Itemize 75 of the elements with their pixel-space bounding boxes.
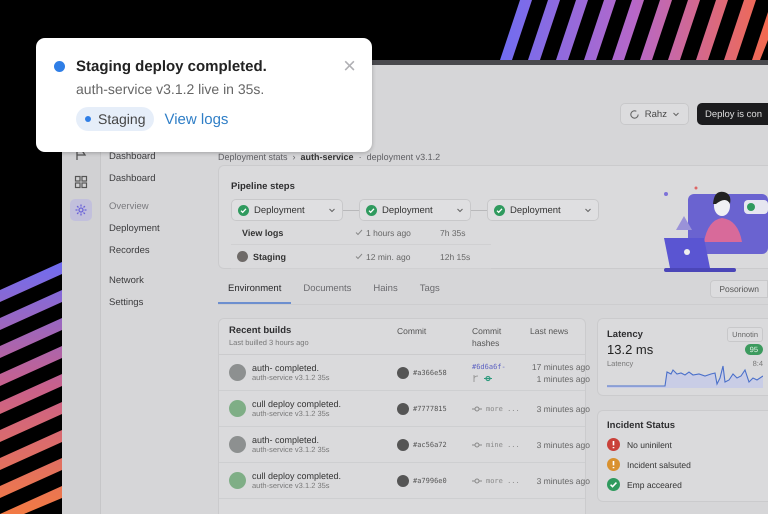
- time-text: 12 min. ago: [366, 252, 412, 262]
- sidebar-item[interactable]: Settings: [109, 292, 144, 314]
- build-title: cull deploy completed.: [252, 399, 342, 409]
- deploy-button[interactable]: Deploy is con: [696, 103, 768, 125]
- filter-dropdown[interactable]: Posoriown: [710, 280, 768, 298]
- time-text: 3 minutes ago: [536, 474, 590, 486]
- column-header: Commit: [397, 325, 428, 337]
- card-title: Latency: [607, 329, 643, 340]
- user-menu-button[interactable]: Rahz: [620, 103, 689, 125]
- sidebar-heading: Overview: [109, 200, 149, 214]
- tab[interactable]: Documents: [293, 279, 362, 304]
- sidebar-item[interactable]: Dashboard: [109, 168, 156, 190]
- time-text: 1 hours ago: [366, 228, 412, 238]
- pipeline-step[interactable]: Deployment: [359, 199, 471, 221]
- card-title: Recent builds: [229, 325, 292, 336]
- check-icon: [355, 253, 363, 260]
- duration-text: 7h 35s: [440, 228, 466, 238]
- environment-tag: Staging: [76, 107, 154, 131]
- breadcrumb-link[interactable]: deployment v3.1.2: [366, 152, 440, 162]
- caret-icon: [584, 206, 592, 214]
- check-icon: [494, 204, 505, 216]
- check-icon: [238, 204, 249, 216]
- time-text: 17 minutes ago: [532, 360, 590, 372]
- avatar: [237, 251, 248, 262]
- card-title: Pipeline steps: [231, 181, 295, 192]
- commit-icon: [472, 404, 482, 412]
- step-label: View logs: [242, 228, 284, 238]
- breadcrumb-link[interactable]: auth-service: [300, 152, 354, 162]
- check-icon: [366, 204, 377, 216]
- duration-text: 12h 15s: [440, 252, 470, 262]
- settings-icon[interactable]: [70, 199, 92, 221]
- pipeline-step[interactable]: Deployment: [487, 199, 599, 221]
- incident-label: No uninilent: [627, 440, 672, 450]
- column-header: Last news: [530, 325, 570, 337]
- avatar: [397, 438, 409, 450]
- build-title: auth- completed.: [252, 435, 320, 445]
- breadcrumb-link[interactable]: Deployment stats: [218, 152, 288, 162]
- alert-icon: [607, 438, 620, 451]
- avatar: [397, 402, 409, 414]
- build-title: auth- completed.: [252, 363, 320, 373]
- tab[interactable]: Environment: [218, 279, 292, 304]
- avatar: [397, 366, 409, 378]
- spinner-icon: [628, 108, 640, 120]
- incident-label: Emp acceared: [627, 480, 682, 490]
- sidebar-item[interactable]: Network: [109, 270, 144, 292]
- latency-value: 13.2 ms: [607, 342, 654, 357]
- toast-title: Staging deploy completed.: [76, 58, 268, 75]
- column-header: Commit hashes: [472, 325, 502, 349]
- alert-icon: [607, 458, 620, 471]
- step-label: Staging: [253, 252, 286, 262]
- view-logs-link[interactable]: View logs: [164, 110, 228, 128]
- status-dot: [54, 61, 65, 72]
- commit-icon: [472, 476, 482, 484]
- caret-icon: [328, 206, 336, 214]
- time-text: 3 minutes ago: [536, 438, 590, 450]
- pipeline-step[interactable]: Deployment: [231, 199, 343, 221]
- breadcrumb-separator: ·: [358, 152, 362, 162]
- commit-icon: [472, 440, 482, 448]
- check-icon: [355, 229, 363, 236]
- tab[interactable]: Hains: [363, 279, 408, 304]
- breadcrumb-separator: ›: [292, 152, 296, 162]
- tab[interactable]: Tags: [410, 279, 450, 304]
- card-title: Incident Status: [607, 420, 676, 431]
- time-text: 3 minutes ago: [536, 402, 590, 414]
- build-title: cull deploy completed.: [252, 471, 342, 481]
- caret-icon: [456, 206, 464, 214]
- sidebar-item[interactable]: Deployment: [109, 218, 160, 240]
- caret-icon: [672, 110, 680, 118]
- time-text: 1 minutes ago: [536, 372, 590, 384]
- toast-message: auth-service v3.1.2 live in 35s.: [76, 81, 266, 97]
- check-icon: [607, 478, 620, 491]
- avatar: [397, 474, 409, 486]
- branch-icon: [472, 374, 494, 382]
- sidebar-item[interactable]: Recordes: [109, 240, 150, 262]
- incident-label: Incident salsuted: [627, 460, 691, 470]
